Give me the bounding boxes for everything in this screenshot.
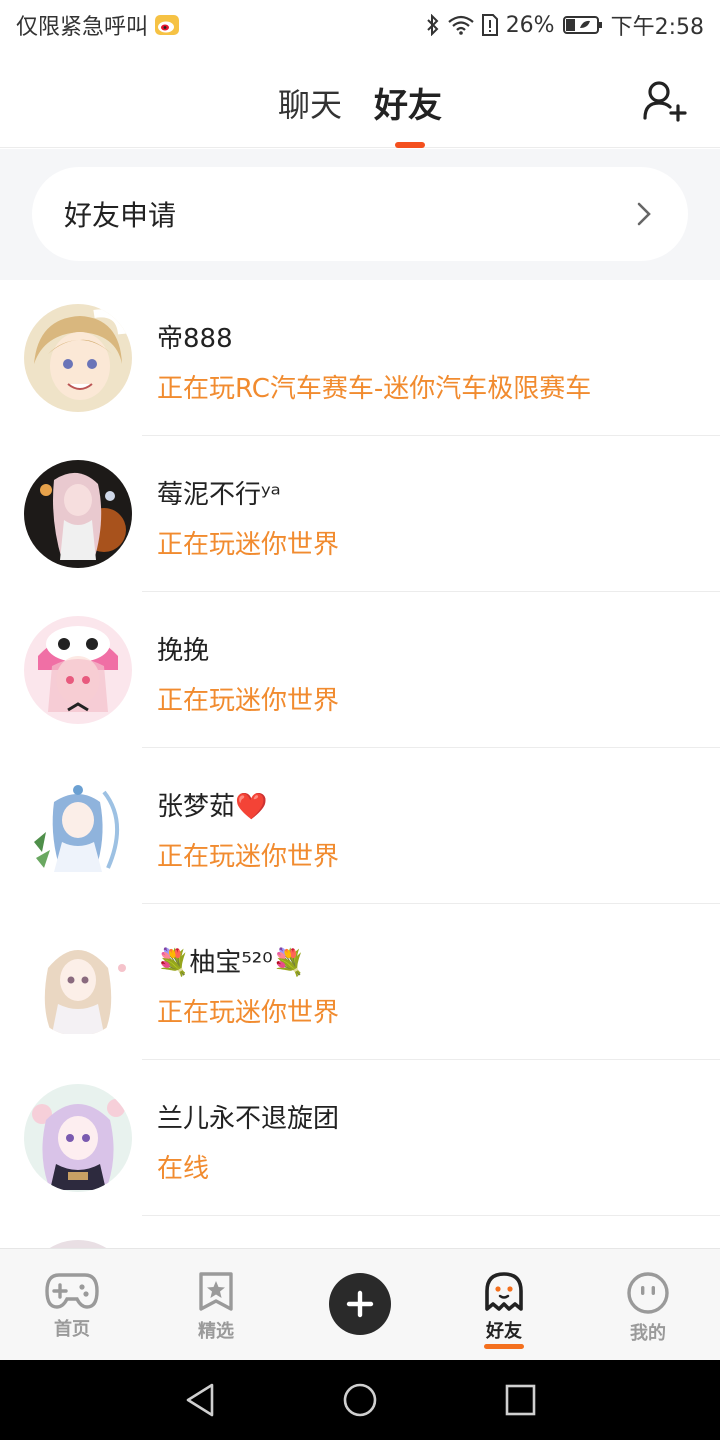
- avatar[interactable]: [24, 928, 132, 1036]
- friend-row[interactable]: 💐柚宝⁵²⁰💐 正在玩迷你世界: [0, 904, 720, 1060]
- clock: 下午2:58: [610, 15, 704, 40]
- friend-list: 帝888 正在玩RC汽车赛车-迷你汽车极限赛车 莓泥不行ʸᵃ 正在玩迷你世界 挽…: [0, 280, 720, 1248]
- sim-alert-icon: [481, 14, 498, 36]
- weibo-icon: [155, 15, 180, 35]
- friend-name: 挽挽: [157, 636, 210, 666]
- chevron-right-icon: [637, 202, 651, 226]
- tab-active-indicator: [395, 142, 425, 148]
- avatar[interactable]: [24, 1084, 132, 1192]
- friend-name: 帝888: [157, 324, 233, 354]
- friend-status: 正在玩RC汽车赛车-迷你汽车极限赛车: [157, 374, 592, 404]
- battery-icon: [562, 16, 602, 34]
- plus-icon: [346, 1290, 374, 1318]
- recents-icon[interactable]: [504, 1382, 536, 1418]
- avatar[interactable]: [24, 304, 132, 412]
- battery-percent: 26%: [505, 12, 555, 38]
- status-bar: 仅限紧急呼叫 26% 下午2:58: [0, 0, 720, 50]
- friend-request-label: 好友申请: [64, 199, 177, 232]
- bluetooth-icon: [426, 14, 439, 36]
- friend-row[interactable]: 帝888 正在玩RC汽车赛车-迷你汽车极限赛车: [0, 280, 720, 436]
- friend-status: 正在玩迷你世界: [157, 842, 340, 872]
- friend-name: 💐柚宝⁵²⁰💐: [157, 948, 306, 978]
- home-icon[interactable]: [342, 1382, 378, 1418]
- avatar[interactable]: [24, 616, 132, 724]
- friend-status: 正在玩迷你世界: [157, 998, 340, 1028]
- friend-row[interactable]: 兰儿永不退旋团 在线: [0, 1060, 720, 1216]
- friend-row[interactable]: 莓泥不行ʸᵃ 正在玩迷你世界: [0, 436, 720, 592]
- bookmark-star-icon: [199, 1272, 233, 1311]
- ghost-icon: [485, 1272, 523, 1311]
- carrier-text: 仅限紧急呼叫: [16, 15, 149, 40]
- friend-row[interactable]: [0, 1216, 720, 1248]
- tab-chat[interactable]: 聊天: [278, 80, 342, 126]
- wifi-icon: [447, 15, 474, 35]
- nav-friends[interactable]: 好友: [449, 1249, 559, 1361]
- face-icon: [627, 1272, 669, 1314]
- back-icon[interactable]: [184, 1382, 216, 1418]
- nav-featured-label: 精选: [198, 1321, 234, 1342]
- friend-name: 莓泥不行ʸᵃ: [157, 480, 281, 510]
- gamepad-icon: [45, 1273, 99, 1309]
- nav-home-label: 首页: [54, 1319, 90, 1340]
- friend-row[interactable]: 挽挽 正在玩迷你世界: [0, 592, 720, 748]
- nav-me-label: 我的: [630, 1323, 666, 1344]
- friend-status: 正在玩迷你世界: [157, 530, 340, 560]
- nav-friends-label: 好友: [486, 1321, 522, 1342]
- friend-status: 在线: [157, 1154, 210, 1184]
- bottom-nav: 首页 精选 好友 我的: [0, 1248, 720, 1360]
- top-header: 聊天 好友: [0, 50, 720, 148]
- status-right: 26% 下午2:58: [426, 9, 704, 41]
- friend-request-section: 好友申请: [0, 149, 720, 280]
- avatar[interactable]: [24, 772, 132, 880]
- friend-name: 兰儿永不退旋团: [157, 1104, 340, 1134]
- nav-featured[interactable]: 精选: [161, 1249, 271, 1361]
- nav-home[interactable]: 首页: [17, 1249, 127, 1361]
- friend-name: 张梦茹⁣❤️: [157, 792, 268, 822]
- status-left: 仅限紧急呼叫: [16, 9, 180, 41]
- nav-active-indicator: [484, 1344, 524, 1349]
- system-nav-bar: [0, 1360, 720, 1440]
- friend-status: 正在玩迷你世界: [157, 686, 340, 716]
- friend-request-button[interactable]: 好友申请: [32, 167, 688, 261]
- friend-row[interactable]: 张梦茹⁣❤️ 正在玩迷你世界: [0, 748, 720, 904]
- create-button[interactable]: [329, 1273, 391, 1335]
- add-friend-icon[interactable]: [642, 80, 688, 122]
- avatar[interactable]: [24, 1240, 132, 1248]
- nav-me[interactable]: 我的: [593, 1249, 703, 1361]
- tab-friends[interactable]: 好友: [374, 78, 442, 127]
- avatar[interactable]: [24, 460, 132, 568]
